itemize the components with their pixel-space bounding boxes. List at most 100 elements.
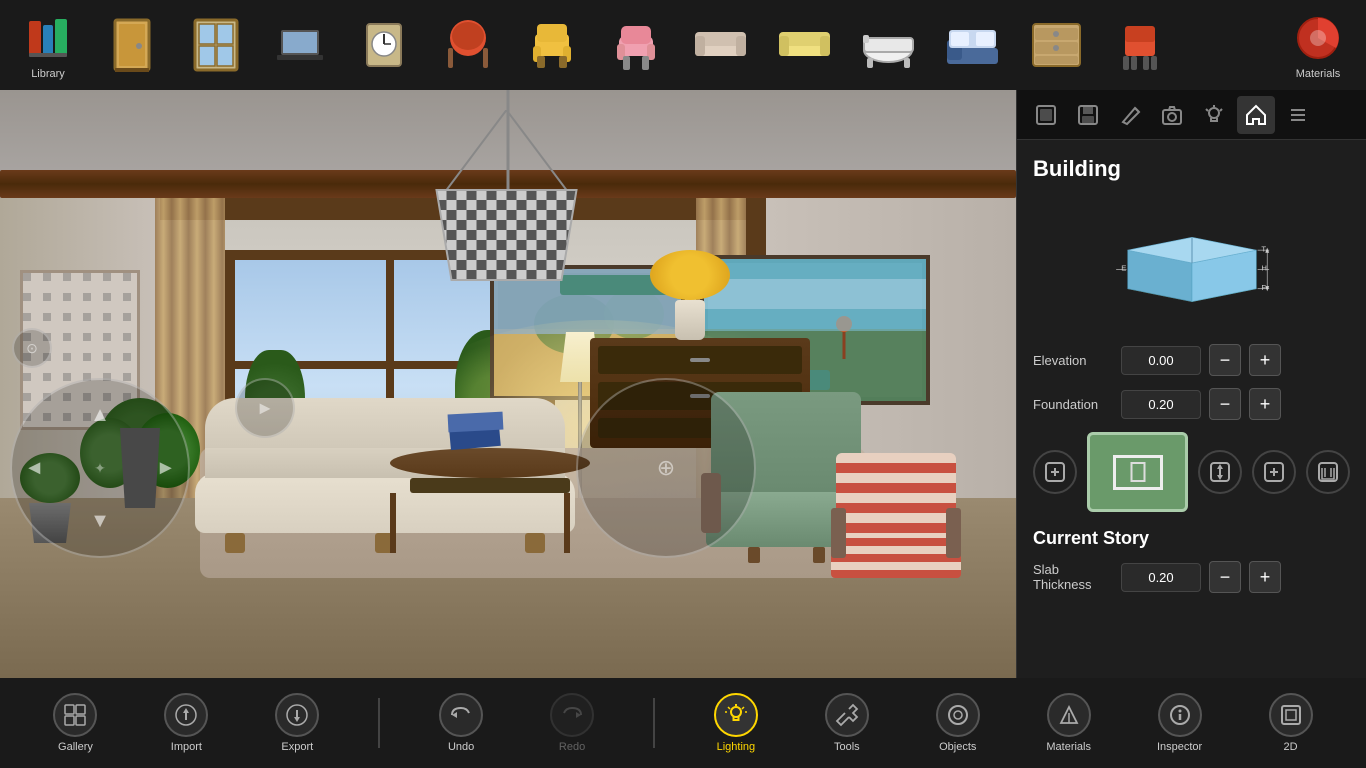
top-materials-button[interactable]: Materials: [1278, 5, 1358, 85]
toolbar-divider-2: [653, 698, 655, 748]
panel-tabs: [1017, 90, 1366, 140]
floor-plan-preview[interactable]: [1087, 432, 1188, 512]
foundation-plus-button[interactable]: +: [1249, 388, 1281, 420]
slab-thickness-input[interactable]: [1121, 563, 1201, 592]
sofa-yellow-icon: [777, 18, 832, 73]
nav-move-circle[interactable]: ▲ ◄ ✦ ► ▼: [10, 378, 190, 558]
slab-thickness-row: Slab Thickness − +: [1033, 561, 1350, 593]
panel-tab-lighting[interactable]: [1195, 96, 1233, 134]
foundation-input[interactable]: [1121, 390, 1201, 419]
bottom-gallery-button[interactable]: Gallery: [45, 693, 105, 753]
chair-red-icon: [441, 18, 496, 73]
top-chair-red2-item[interactable]: [1100, 5, 1180, 85]
top-laptop-item[interactable]: [260, 5, 340, 85]
move-floor-button[interactable]: [1198, 450, 1242, 494]
elevation-label: Elevation: [1033, 353, 1113, 368]
materials-label: Materials: [1296, 68, 1341, 80]
bottom-toolbar: Gallery Import Export Undo Redo Lighting: [0, 678, 1366, 768]
bottom-import-button[interactable]: Import: [156, 693, 216, 753]
svg-text:E: E: [1121, 264, 1126, 273]
inspector-label: Inspector: [1157, 741, 1202, 753]
slab-minus-button[interactable]: −: [1209, 561, 1241, 593]
elevation-minus-button[interactable]: −: [1209, 344, 1241, 376]
top-library-button[interactable]: Library: [8, 5, 88, 85]
undo-icon: [439, 693, 483, 737]
laptop-icon: [273, 18, 328, 73]
materials-icon: [1291, 11, 1346, 66]
2d-label: 2D: [1283, 741, 1297, 753]
tools-label: Tools: [834, 741, 860, 753]
bottom-undo-button[interactable]: Undo: [431, 693, 491, 753]
add-floor2-button[interactable]: [1252, 450, 1296, 494]
bottom-inspector-button[interactable]: Inspector: [1150, 693, 1210, 753]
dresser-icon: [1029, 18, 1084, 73]
elevation-input[interactable]: [1121, 346, 1201, 375]
export-icon: [275, 693, 319, 737]
nav-center-btn[interactable]: ►: [235, 378, 295, 438]
building-title: Building: [1033, 156, 1350, 182]
top-toolbar: Library: [0, 0, 1366, 90]
svg-text:H: H: [1261, 264, 1267, 273]
top-chair-pink-item[interactable]: [596, 5, 676, 85]
undo-label: Undo: [448, 741, 474, 753]
materials-btn-icon: [1047, 693, 1091, 737]
import-label: Import: [171, 741, 202, 753]
top-chair-red-item[interactable]: [428, 5, 508, 85]
main-viewport[interactable]: ▲ ◄ ✦ ► ▼ ► ⊕ ⊙: [0, 90, 1016, 678]
foundation-label: Foundation: [1033, 397, 1113, 412]
elevation-plus-button[interactable]: +: [1249, 344, 1281, 376]
floor-controls-row: [1033, 432, 1350, 512]
panel-tab-paint[interactable]: [1111, 96, 1149, 134]
export-label: Export: [281, 741, 313, 753]
right-panel: Building T H F E: [1016, 90, 1366, 678]
top-window-item[interactable]: [176, 5, 256, 85]
clock-icon: [357, 18, 412, 73]
top-door-item[interactable]: [92, 5, 172, 85]
library-icon: [21, 11, 76, 66]
bottom-redo-button[interactable]: Redo: [542, 693, 602, 753]
foundation-row: Foundation − +: [1033, 388, 1350, 420]
panel-content: Building T H F E: [1017, 140, 1366, 678]
window-icon: [189, 18, 244, 73]
redo-icon: [550, 693, 594, 737]
top-clock-item[interactable]: [344, 5, 424, 85]
objects-icon: [936, 693, 980, 737]
toolbar-divider-1: [378, 698, 380, 748]
top-bed-item[interactable]: [932, 5, 1012, 85]
current-story-title: Current Story: [1033, 528, 1350, 549]
panel-tab-select[interactable]: [1027, 96, 1065, 134]
lighting-btn-icon: [714, 693, 758, 737]
panel-tab-camera[interactable]: [1153, 96, 1191, 134]
delete-floor-button[interactable]: [1306, 450, 1350, 494]
bed-icon: [945, 18, 1000, 73]
foundation-minus-button[interactable]: −: [1209, 388, 1241, 420]
add-floor-button[interactable]: [1033, 450, 1077, 494]
top-sofa-yellow-item[interactable]: [764, 5, 844, 85]
bottom-tools-button[interactable]: Tools: [817, 693, 877, 753]
top-bathtub-item[interactable]: [848, 5, 928, 85]
bottom-materials-button[interactable]: Materials: [1039, 693, 1099, 753]
armchair-striped: [826, 453, 966, 578]
2d-icon: [1269, 693, 1313, 737]
objects-label: Objects: [939, 741, 976, 753]
top-dresser-item[interactable]: [1016, 5, 1096, 85]
bottom-lighting-button[interactable]: Lighting: [706, 693, 766, 753]
top-armchair-yellow-item[interactable]: [512, 5, 592, 85]
chair-pink-icon: [609, 18, 664, 73]
bottom-objects-button[interactable]: Objects: [928, 693, 988, 753]
panel-tab-list[interactable]: [1279, 96, 1317, 134]
tools-icon: [825, 693, 869, 737]
nav-small-btn[interactable]: ⊙: [12, 328, 52, 368]
slab-plus-button[interactable]: +: [1249, 561, 1281, 593]
materials-bottom-label: Materials: [1046, 741, 1091, 753]
bottom-export-button[interactable]: Export: [267, 693, 327, 753]
building-preview: T H F E: [1102, 198, 1282, 328]
slab-thickness-label: Slab Thickness: [1033, 562, 1113, 592]
nav-rotate-circle[interactable]: ⊕: [576, 378, 756, 558]
inspector-icon: [1158, 693, 1202, 737]
panel-tab-home[interactable]: [1237, 96, 1275, 134]
top-sofa-item[interactable]: [680, 5, 760, 85]
armchair-yellow-icon: [525, 18, 580, 73]
bottom-2d-button[interactable]: 2D: [1261, 693, 1321, 753]
panel-tab-save[interactable]: [1069, 96, 1107, 134]
